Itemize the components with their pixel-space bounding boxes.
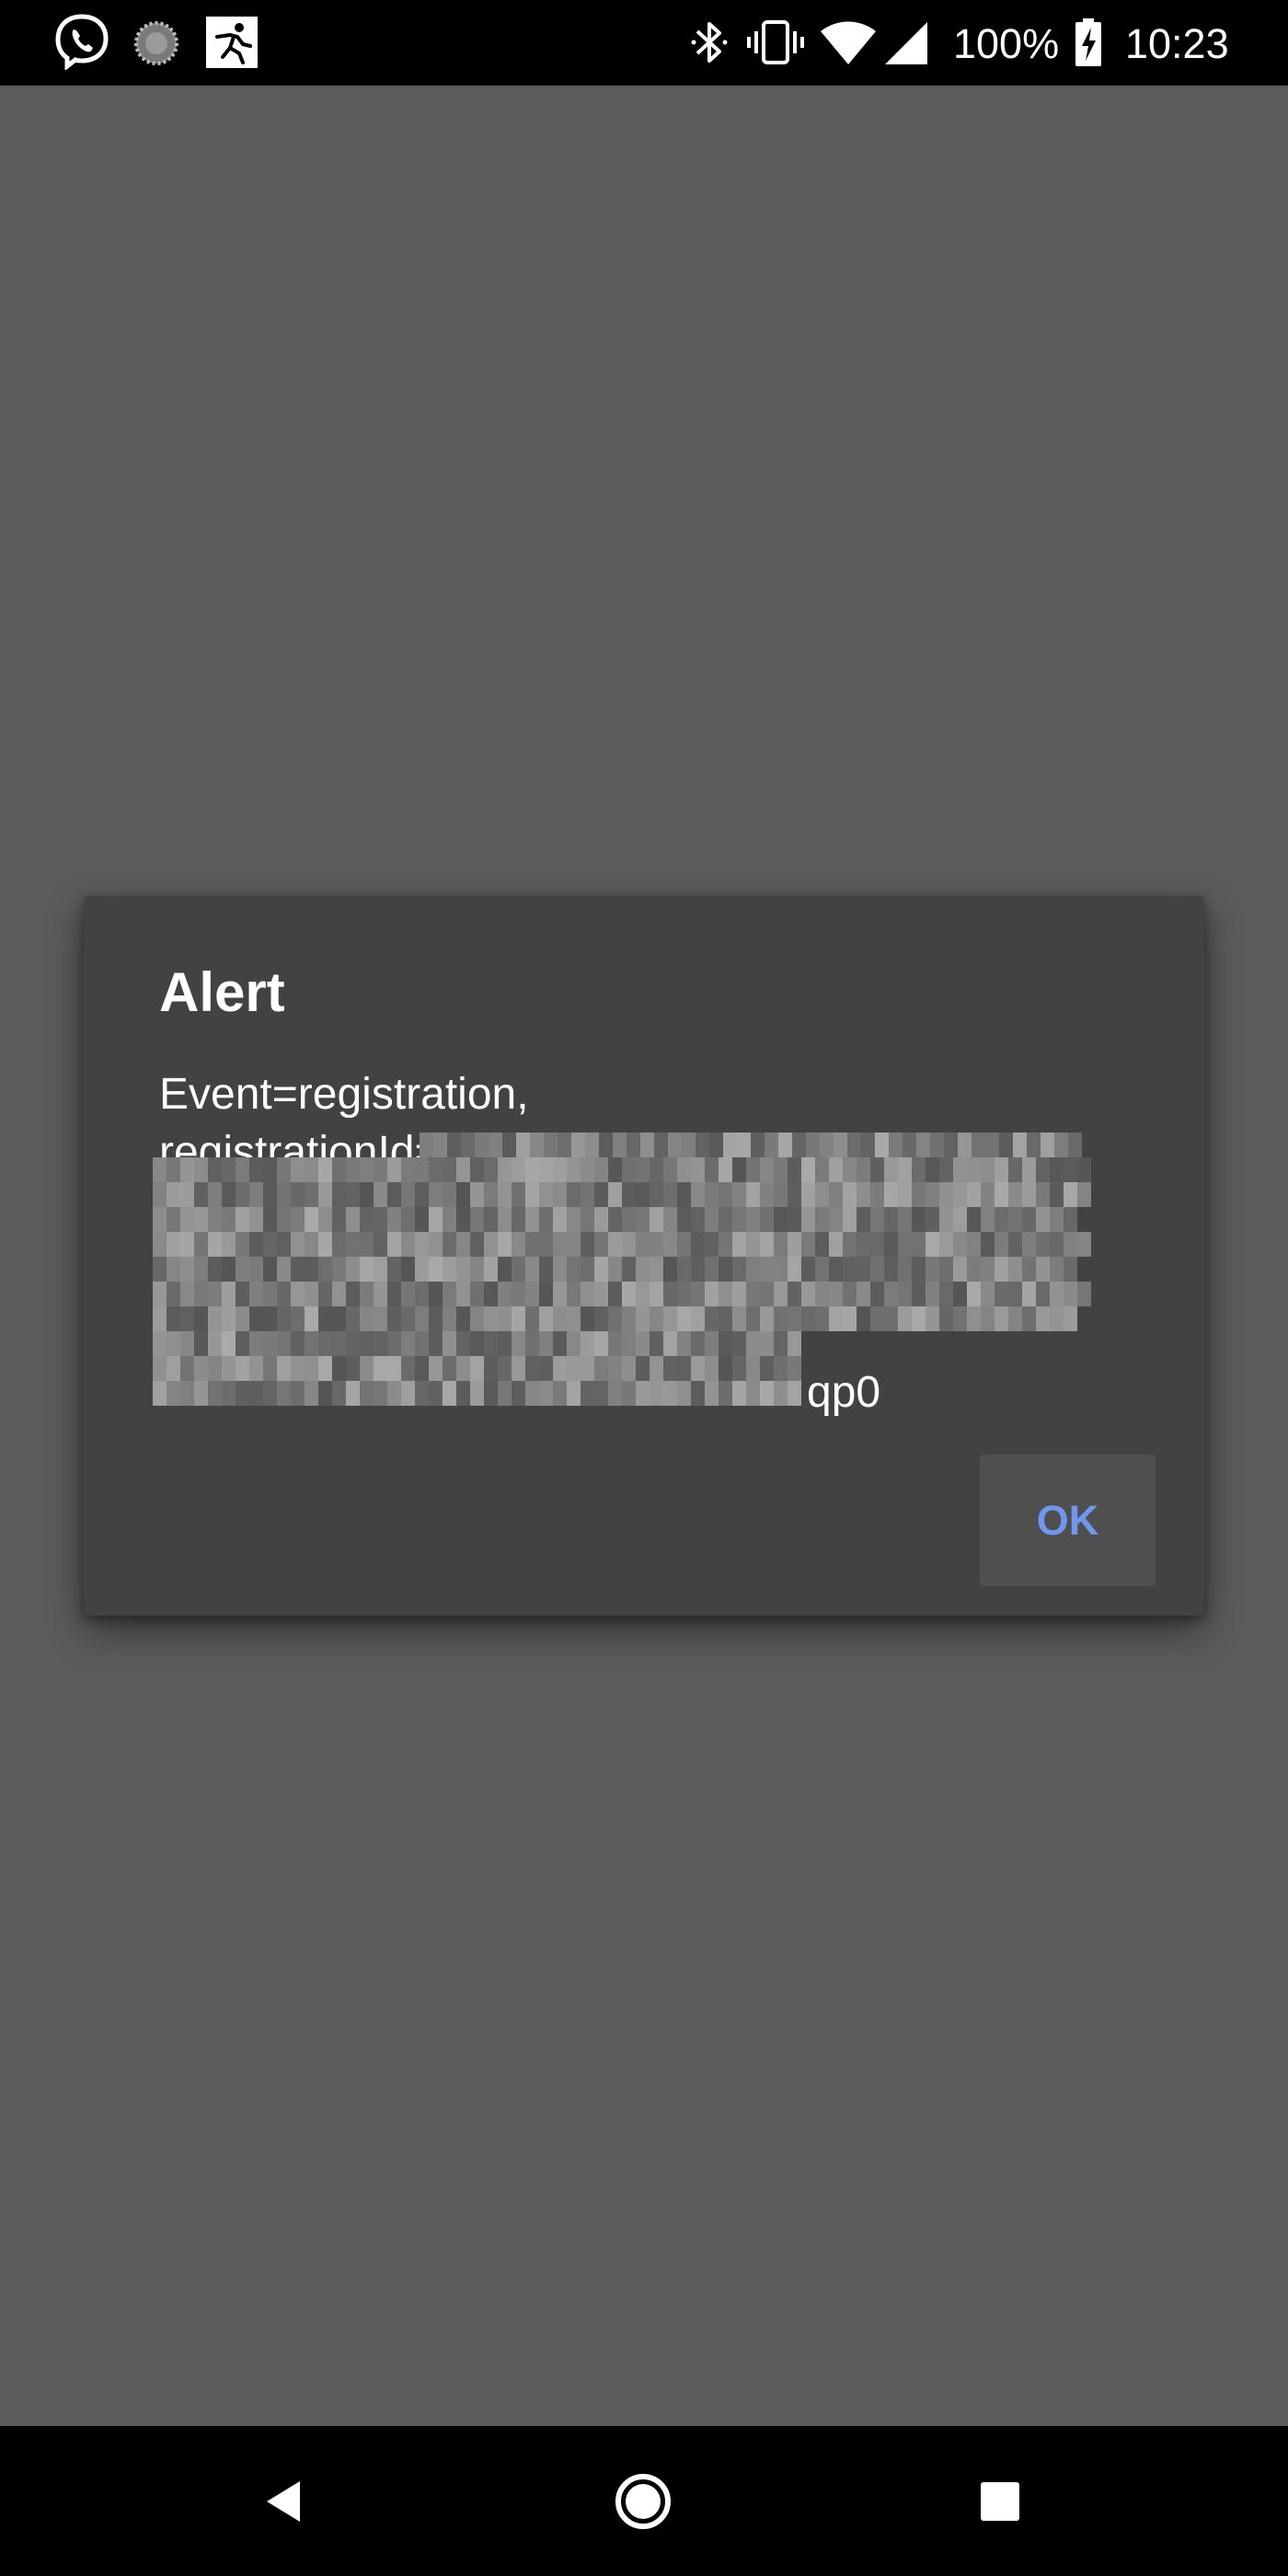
navigation-bar <box>0 2426 1288 2576</box>
message-line-event: Event=registration, <box>159 1070 529 1119</box>
loader-icon <box>134 21 178 65</box>
wifi-icon <box>821 21 876 64</box>
home-icon[interactable] <box>604 2463 682 2540</box>
ok-button[interactable]: OK <box>980 1455 1156 1586</box>
viber-icon <box>55 14 109 70</box>
status-bar: 100% 10:23 <box>0 0 1288 86</box>
redacted-mosaic <box>153 1133 1091 1406</box>
battery-percent: 100% <box>953 20 1060 67</box>
bluetooth-icon <box>691 22 728 63</box>
cell-signal-icon <box>885 22 927 64</box>
message-tail: qp0 <box>807 1368 881 1417</box>
runner-app-icon <box>206 17 258 68</box>
back-icon[interactable] <box>247 2463 324 2540</box>
dialog-title: Alert <box>159 961 285 1023</box>
vibrate-icon <box>747 20 804 64</box>
recents-icon[interactable] <box>961 2463 1039 2540</box>
alert-dialog: Alert Event=registration, registrationId… <box>84 896 1204 1616</box>
battery-charging-icon <box>1075 18 1101 66</box>
clock: 10:23 <box>1125 20 1229 67</box>
